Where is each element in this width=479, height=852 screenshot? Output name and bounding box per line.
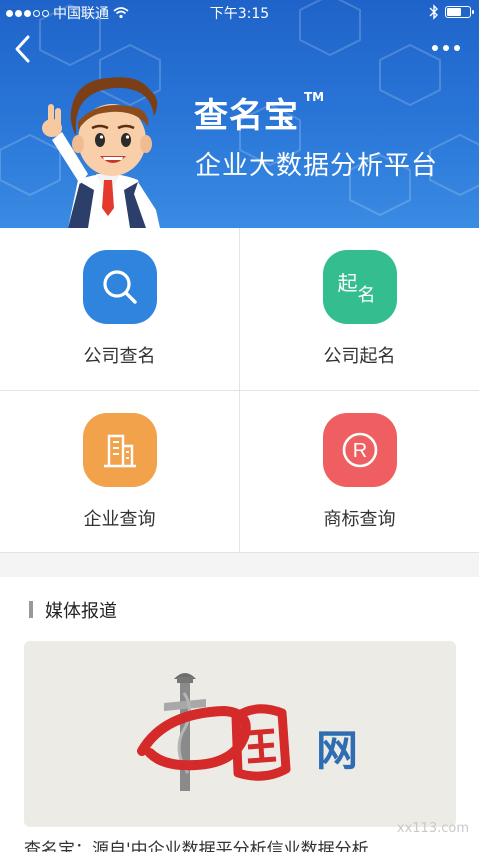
media-section: 媒体报道 网 查名宝：源自'中企业数据平分析信业数据分析 [0, 577, 479, 852]
battery-icon [445, 6, 474, 18]
service-company-naming[interactable]: 起 名 公司起名 [240, 228, 479, 390]
header-banner: 中国联通 下午3:15 查名宝 TM 企业大数据分析平台 [0, 0, 479, 228]
more-dots-icon[interactable] [431, 40, 461, 56]
section-title: 媒体报道 [45, 601, 117, 622]
watermark: xx113.com [396, 821, 469, 836]
service-label: 商标查询 [323, 509, 396, 530]
service-company-name-check[interactable]: 公司查名 [0, 228, 239, 390]
trademark-mark: TM [304, 90, 325, 104]
service-label: 公司起名 [323, 346, 396, 367]
media-card[interactable]: 网 [24, 641, 456, 827]
status-right [429, 4, 474, 20]
brand-subtitle: 企业大数据分析平台 [195, 151, 439, 181]
service-grid: 公司查名 起 名 公司起名 企业查询 R 商标查询 [0, 228, 479, 553]
chevron-left-icon[interactable] [12, 34, 36, 64]
status-time: 下午3:15 [209, 6, 270, 22]
service-label: 企业查询 [83, 509, 156, 530]
svg-text:R: R [352, 440, 366, 462]
service-label: 公司查名 [83, 346, 156, 367]
bluetooth-icon [429, 4, 438, 20]
building-icon [82, 413, 157, 487]
brand-title: 查名宝 [194, 96, 299, 136]
service-trademark-search[interactable]: R 商标查询 [240, 391, 479, 553]
screen: 中国联通 下午3:15 查名宝 TM 企业大数据分析平台 公司查名 起 名 公司… [0, 0, 479, 852]
naming-icon: 起 名 [322, 250, 397, 324]
china-net-logo: 网 [137, 673, 358, 791]
service-enterprise-search[interactable]: 企业查询 [0, 391, 239, 553]
businessman-mascot-icon [42, 77, 160, 228]
article-title[interactable]: 查名宝：源自'中企业数据平分析信业数据分析 [24, 835, 456, 852]
logo-text: 网 [316, 726, 358, 775]
naming-char-ming: 名 [357, 285, 376, 306]
status-bar: 中国联通 下午3:15 [0, 0, 479, 24]
naming-char-qi: 起 [337, 271, 358, 295]
registered-icon: R [322, 413, 397, 487]
section-marker [29, 601, 33, 618]
search-icon [82, 250, 157, 324]
